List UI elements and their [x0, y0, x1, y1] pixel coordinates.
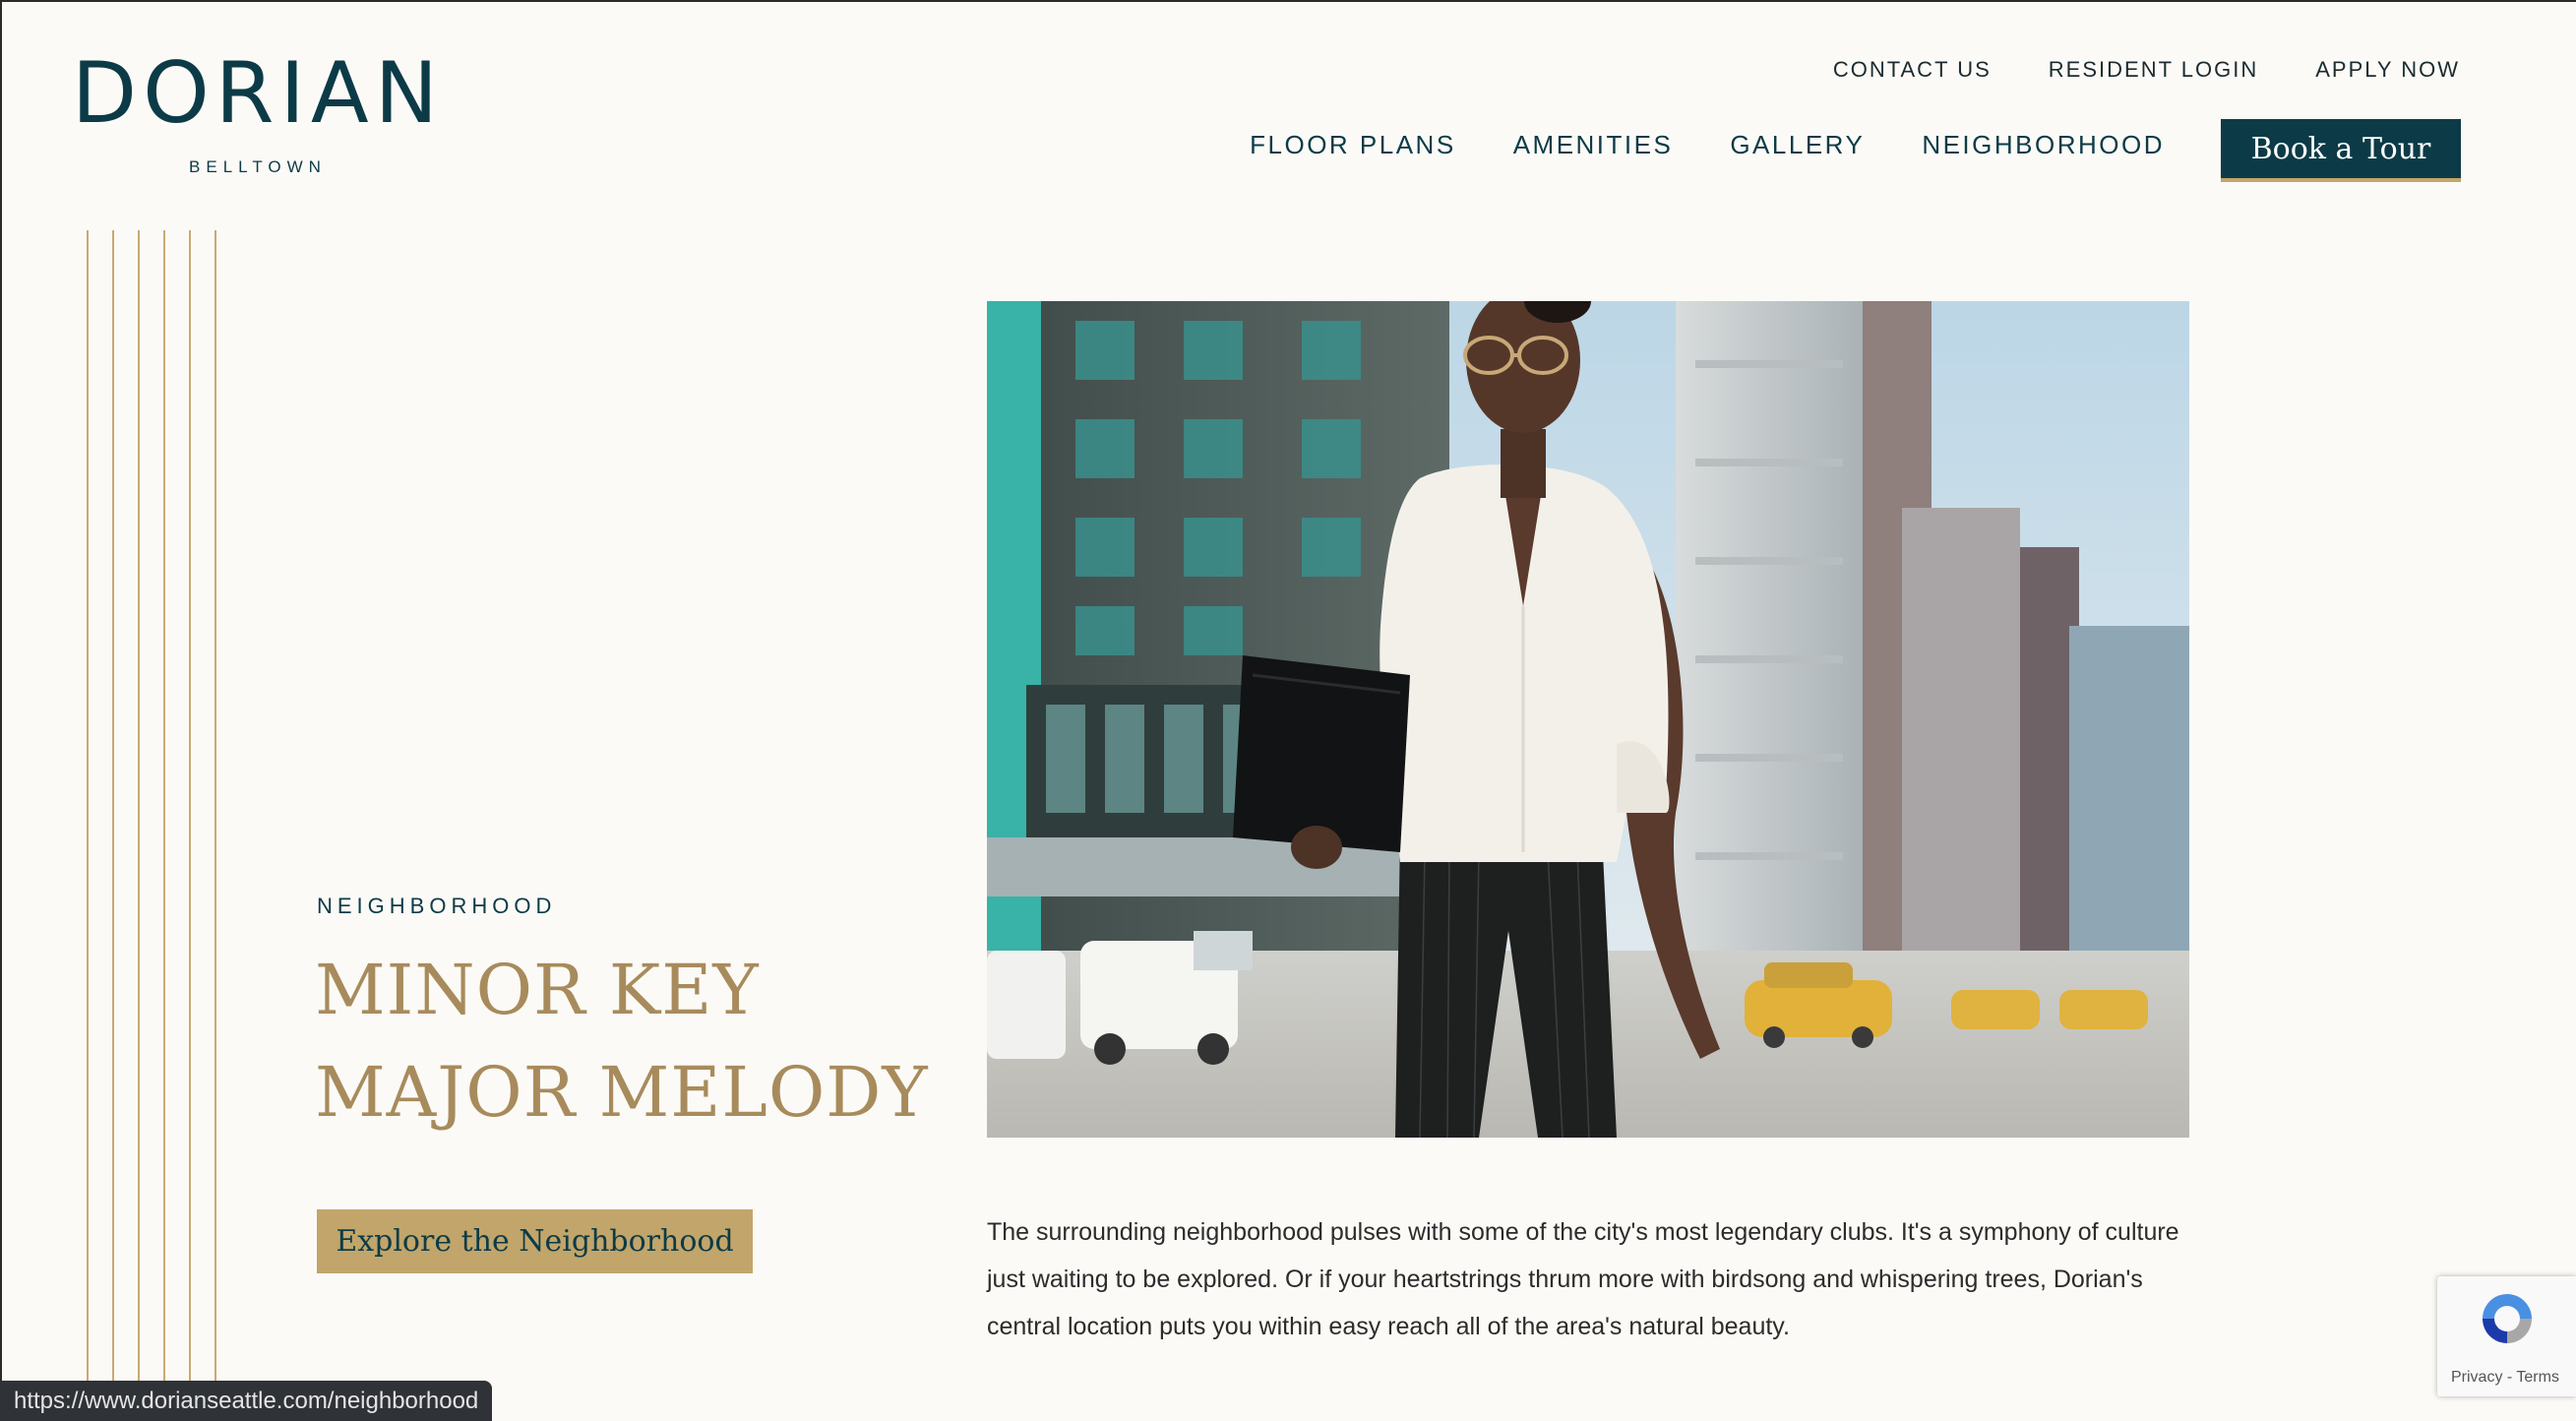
resident-login-link[interactable]: RESIDENT LOGIN — [2049, 57, 2258, 83]
main-nav: FLOOR PLANS AMENITIES GALLERY NEIGHBORHO… — [1250, 130, 2165, 160]
explore-neighborhood-button[interactable]: Explore the Neighborhood — [317, 1209, 753, 1273]
headline-line-2: MAJOR MELODY — [315, 1052, 929, 1133]
decorative-vertical-lines — [87, 230, 224, 1421]
book-a-tour-button[interactable]: Book a Tour — [2221, 119, 2461, 182]
nav-floor-plans[interactable]: FLOOR PLANS — [1250, 130, 1456, 160]
recaptcha-badge[interactable]: Privacy - Terms — [2437, 1276, 2576, 1396]
logo-location: BELLTOWN — [189, 157, 327, 176]
headline-line-1: MINOR KEY — [315, 950, 760, 1030]
status-bar-url: https://www.dorianseattle.com/neighborho… — [0, 1381, 493, 1421]
apply-now-link[interactable]: APPLY NOW — [2315, 57, 2460, 83]
site-logo[interactable]: DORIAN BELLTOWN — [61, 51, 455, 177]
recaptcha-icon — [2477, 1288, 2538, 1354]
nav-gallery[interactable]: GALLERY — [1730, 130, 1865, 160]
utility-nav: CONTACT US RESIDENT LOGIN APPLY NOW — [1833, 57, 2460, 83]
section-eyebrow: NEIGHBORHOOD — [317, 894, 557, 918]
contact-us-link[interactable]: CONTACT US — [1833, 57, 1992, 83]
nav-neighborhood[interactable]: NEIGHBORHOOD — [1922, 130, 2165, 160]
neighborhood-description: The surrounding neighborhood pulses with… — [987, 1218, 2179, 1340]
logo-wordmark: DORIAN — [71, 44, 445, 143]
recaptcha-links[interactable]: Privacy - Terms — [2451, 1369, 2559, 1387]
hero-image — [987, 301, 2189, 1138]
nav-amenities[interactable]: AMENITIES — [1513, 130, 1674, 160]
hero-headline: MINOR KEY MAJOR MELODY — [315, 939, 929, 1143]
